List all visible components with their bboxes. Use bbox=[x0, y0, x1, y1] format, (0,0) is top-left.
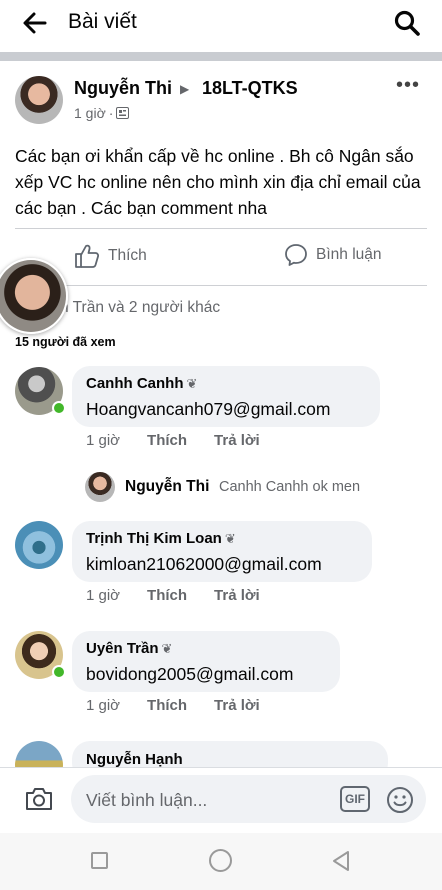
comment-author[interactable]: Canhh Canhh ❦ bbox=[86, 375, 197, 392]
comment-button[interactable]: Bình luận bbox=[284, 243, 382, 267]
comment-reply-button[interactable]: Trả lời bbox=[214, 587, 260, 604]
comment-input-placeholder[interactable]: Viết bình luận... bbox=[86, 790, 207, 811]
post-group-name[interactable]: 18LT-QTKS bbox=[202, 78, 298, 99]
comment-like-button[interactable]: Thích bbox=[147, 587, 187, 604]
leaf-badge-icon: ❦ bbox=[186, 376, 198, 391]
reply-author[interactable]: Nguyễn Thi bbox=[125, 478, 209, 496]
comment-author[interactable]: Nguyễn Hạnh bbox=[86, 751, 183, 768]
online-indicator bbox=[52, 665, 66, 679]
like-button[interactable]: Thích bbox=[74, 243, 147, 269]
leaf-badge-icon: ❦ bbox=[224, 531, 236, 546]
comment-text: kimloan21062000@gmail.com bbox=[86, 554, 322, 574]
comment-author[interactable]: Trịnh Thị Kim Loan ❦ bbox=[86, 530, 236, 547]
comment-time: 1 giờ bbox=[86, 587, 121, 604]
triangle-right-icon: ▶ bbox=[180, 82, 190, 96]
seen-count[interactable]: 15 người đã xem bbox=[15, 335, 116, 349]
back-triangle-icon[interactable] bbox=[330, 849, 352, 873]
comment-actions: 1 giờ Thích Trả lời bbox=[86, 432, 287, 449]
top-bar: Bài viết bbox=[0, 0, 442, 52]
back-arrow-icon[interactable] bbox=[22, 10, 48, 36]
post-meta: 1 giờ · bbox=[74, 105, 130, 121]
more-icon[interactable]: ••• bbox=[396, 74, 420, 97]
comment-reply-button[interactable]: Trả lời bbox=[214, 697, 260, 714]
comment-bubble-icon bbox=[285, 244, 307, 266]
comment-time: 1 giờ bbox=[86, 697, 121, 714]
post-author-name[interactable]: Nguyễn Thi bbox=[74, 78, 172, 99]
gif-button[interactable]: GIF bbox=[340, 786, 370, 812]
search-icon[interactable] bbox=[393, 9, 421, 37]
thumbs-up-icon bbox=[75, 244, 100, 268]
comment-reply-button[interactable]: Trả lời bbox=[214, 432, 260, 449]
reactions-summary[interactable]: n Trần và 2 người khác bbox=[60, 299, 220, 317]
comment-text: Hoangvancanh079@gmail.com bbox=[86, 399, 331, 419]
online-indicator bbox=[52, 401, 66, 415]
home-icon[interactable] bbox=[209, 849, 232, 872]
comment-time: 1 giờ bbox=[86, 432, 121, 449]
chat-head-avatar[interactable] bbox=[0, 258, 68, 334]
emoji-icon[interactable] bbox=[386, 786, 414, 814]
comment-label: Bình luận bbox=[316, 246, 382, 263]
separator-band bbox=[0, 52, 442, 61]
divider bbox=[15, 285, 427, 286]
reply-avatar[interactable] bbox=[85, 472, 115, 502]
comment-author[interactable]: Uyên Trần ❦ bbox=[86, 640, 172, 657]
dot-separator: · bbox=[108, 105, 114, 121]
camera-icon[interactable] bbox=[24, 786, 54, 812]
leaf-badge-icon: ❦ bbox=[161, 641, 173, 656]
post-author-avatar[interactable] bbox=[15, 76, 63, 124]
comment-like-button[interactable]: Thích bbox=[147, 432, 187, 449]
reply-text[interactable]: Canhh Canhh ok men bbox=[219, 479, 360, 495]
group-audience-icon bbox=[116, 107, 130, 119]
comment-like-button[interactable]: Thích bbox=[147, 697, 187, 714]
comment-avatar[interactable] bbox=[15, 521, 63, 569]
page-title: Bài viết bbox=[68, 10, 137, 33]
post-time[interactable]: 1 giờ bbox=[74, 105, 106, 121]
comment-actions: 1 giờ Thích Trả lời bbox=[86, 587, 287, 604]
post-text: Các bạn ơi khẩn cấp về hc online . Bh cô… bbox=[15, 146, 421, 218]
recent-apps-icon[interactable] bbox=[91, 852, 108, 869]
divider bbox=[15, 228, 427, 229]
like-label: Thích bbox=[108, 247, 147, 264]
comment-actions: 1 giờ Thích Trả lời bbox=[86, 697, 287, 714]
comment-text: bovidong2005@gmail.com bbox=[86, 664, 294, 684]
